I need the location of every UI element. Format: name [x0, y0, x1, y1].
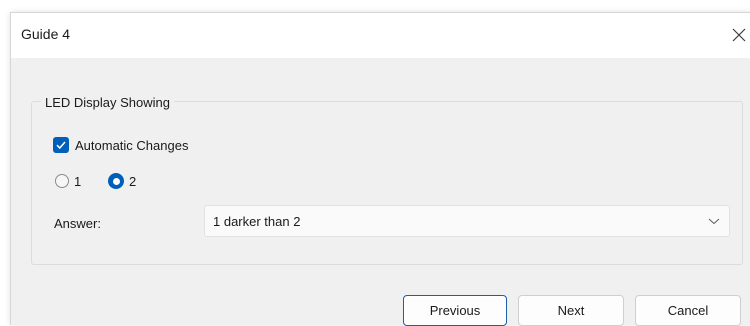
radio-label-2: 2 [129, 173, 137, 189]
title-bar: Guide 4 [11, 13, 750, 58]
answer-dropdown[interactable]: 1 darker than 2 [204, 205, 730, 237]
previous-button[interactable]: Previous [403, 295, 507, 326]
next-button[interactable]: Next [518, 295, 624, 326]
radio-option-2[interactable]: 2 [108, 171, 136, 191]
checkbox-label: Automatic Changes [75, 137, 189, 153]
answer-label: Answer: [54, 216, 101, 231]
answer-selected-value: 1 darker than 2 [213, 214, 301, 229]
window-title: Guide 4 [21, 26, 71, 42]
guide-dialog: Guide 4 LED Display Showing Automatic Ch… [10, 12, 750, 326]
automatic-changes-checkbox[interactable]: Automatic Changes [53, 135, 188, 155]
close-icon [732, 28, 746, 42]
led-display-group [31, 101, 743, 265]
radio-selected-icon [108, 173, 124, 189]
close-button[interactable] [727, 21, 750, 49]
radio-unselected-icon [55, 174, 69, 188]
dialog-body: LED Display Showing Automatic Changes 1 … [11, 58, 750, 326]
radio-label-1: 1 [74, 173, 82, 189]
chevron-down-icon [708, 218, 720, 225]
radio-option-1[interactable]: 1 [55, 171, 81, 191]
cancel-button[interactable]: Cancel [635, 295, 741, 326]
checkmark-icon [53, 137, 69, 153]
group-title: LED Display Showing [41, 95, 175, 110]
